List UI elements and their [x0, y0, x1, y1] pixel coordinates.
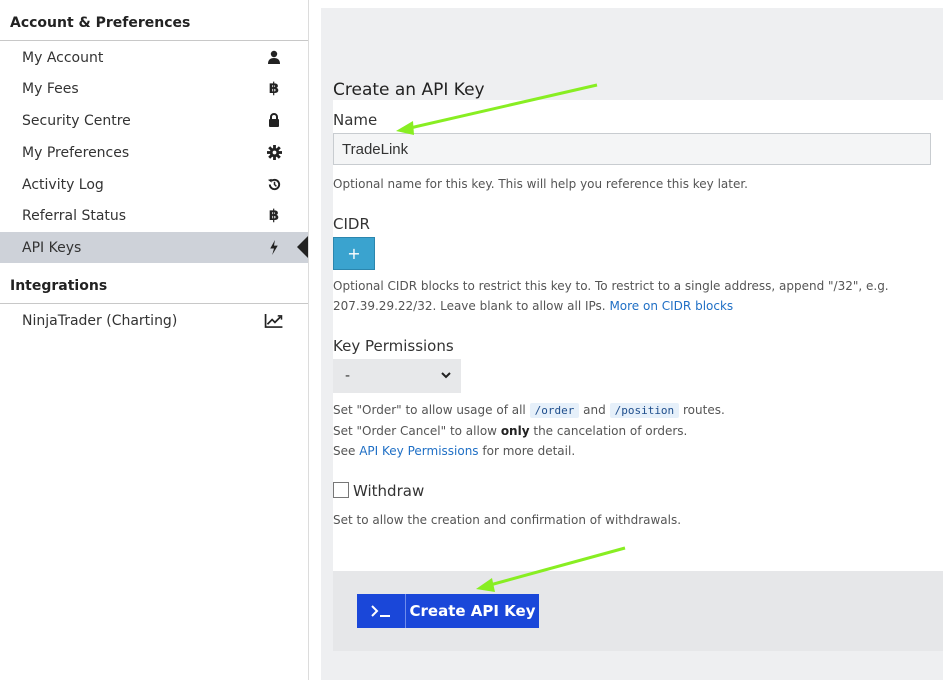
name-label: Name [333, 111, 378, 129]
withdraw-label[interactable]: Withdraw [353, 482, 424, 500]
permissions-selected-value: - [345, 368, 351, 384]
section-heading-integrations: Integrations [10, 278, 108, 294]
help-text: for more detail. [482, 444, 576, 458]
cidr-help-text: 207.39.29.22/32. Leave blank to allow al… [333, 299, 606, 313]
sidebar-item-activity-log[interactable]: Activity Log [0, 169, 308, 200]
sidebar-item-referral-status[interactable]: Referral Status ฿ [0, 200, 308, 231]
gear-icon [266, 144, 282, 160]
create-api-key-label: Create API Key [409, 602, 536, 620]
cidr-help-line-2: 207.39.29.22/32. Leave blank to allow al… [333, 296, 923, 316]
help-text: routes. [683, 403, 725, 417]
bitcoin-icon: ฿ [268, 206, 280, 224]
sidebar-item-label: My Fees [22, 80, 79, 97]
permissions-select[interactable]: - [333, 359, 461, 393]
user-icon [266, 49, 282, 65]
sidebar: Account & Preferences My Account My Fees… [0, 0, 309, 680]
add-cidr-button[interactable]: + [333, 237, 375, 270]
help-text: Set "Order" to allow usage of all [333, 403, 526, 417]
sidebar-item-my-fees[interactable]: My Fees ฿ [0, 73, 308, 104]
permissions-help-line-2: Set "Order Cancel" to allow only the can… [333, 421, 923, 441]
permissions-label: Key Permissions [333, 337, 454, 355]
divider [0, 303, 308, 304]
help-text: and [583, 403, 606, 417]
terminal-icon [357, 594, 406, 628]
sidebar-item-label: NinjaTrader (Charting) [22, 312, 178, 329]
sidebar-item-label: My Account [22, 49, 104, 66]
main-content: Create an API Key Name Optional name for… [321, 8, 943, 680]
cidr-help-line-1: Optional CIDR blocks to restrict this ke… [333, 279, 889, 293]
permissions-help-line-1: Set "Order" to allow usage of all /order… [333, 400, 923, 421]
withdraw-help: Set to allow the creation and confirmati… [333, 513, 682, 527]
sidebar-item-label: Referral Status [22, 207, 127, 224]
cidr-blocks-link[interactable]: More on CIDR blocks [609, 299, 733, 313]
create-api-key-button[interactable]: Create API Key [357, 594, 539, 628]
section-heading-account: Account & Preferences [10, 15, 191, 31]
history-icon [266, 176, 282, 192]
sidebar-item-my-preferences[interactable]: My Preferences [0, 137, 308, 168]
permissions-help-line-3: See API Key Permissions for more detail. [333, 441, 923, 461]
help-emphasis: only [500, 424, 530, 438]
bitcoin-icon: ฿ [268, 79, 280, 97]
withdraw-checkbox[interactable] [333, 482, 349, 498]
active-indicator [297, 236, 308, 258]
divider [0, 40, 308, 41]
order-route-code: /order [529, 403, 580, 418]
help-text: Set "Order Cancel" to allow [333, 424, 497, 438]
cidr-label: CIDR [333, 215, 370, 233]
permissions-help: Set "Order" to allow usage of all /order… [333, 400, 923, 461]
cidr-help: Optional CIDR blocks to restrict this ke… [333, 276, 923, 316]
sidebar-item-security-centre[interactable]: Security Centre [0, 105, 308, 136]
page-title: Create an API Key [333, 80, 485, 100]
submit-bar: Create API Key [333, 571, 943, 651]
lock-icon [266, 112, 282, 128]
lightning-icon [266, 239, 282, 255]
position-route-code: /position [609, 403, 680, 418]
help-text: the cancelation of orders. [533, 424, 688, 438]
api-key-permissions-link[interactable]: API Key Permissions [359, 444, 478, 458]
sidebar-item-label: My Preferences [22, 144, 130, 161]
sidebar-item-label: Activity Log [22, 176, 104, 193]
sidebar-item-label: API Keys [22, 239, 82, 256]
name-help: Optional name for this key. This will he… [333, 177, 748, 191]
main-top-strip [321, 0, 943, 8]
sidebar-item-api-keys[interactable]: API Keys [0, 232, 308, 263]
sidebar-item-label: Security Centre [22, 112, 131, 129]
help-text: See [333, 444, 356, 458]
line-chart-icon [264, 312, 284, 328]
sidebar-item-my-account[interactable]: My Account [0, 42, 308, 73]
sidebar-item-ninjatrader[interactable]: NinjaTrader (Charting) [0, 305, 308, 336]
name-input[interactable] [333, 133, 931, 165]
gutter [309, 0, 321, 680]
chevron-down-icon [441, 372, 451, 379]
